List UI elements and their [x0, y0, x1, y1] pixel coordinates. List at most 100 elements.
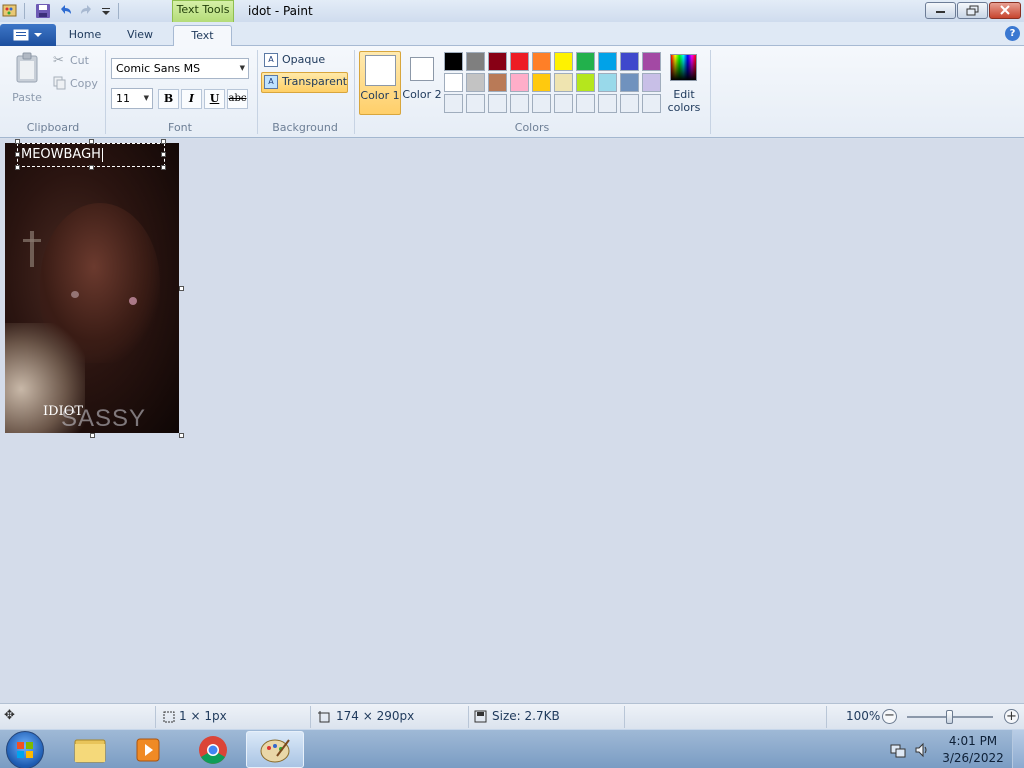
help-icon[interactable]: ? — [1005, 26, 1020, 41]
customize-qat-icon[interactable] — [98, 3, 114, 19]
cut-button[interactable]: ✂ Cut — [52, 53, 100, 69]
palette-swatch[interactable] — [510, 94, 529, 113]
zoom-slider[interactable] — [907, 710, 993, 724]
folder-icon — [74, 739, 106, 763]
font-family-select[interactable]: Comic Sans MS ▼ — [111, 58, 249, 79]
color1-swatch — [365, 55, 396, 86]
redo-icon[interactable] — [79, 3, 95, 19]
tab-text[interactable]: Text — [173, 25, 232, 47]
textbox-resize-handle[interactable] — [15, 152, 20, 157]
color2-button[interactable]: Color 2 — [402, 51, 444, 115]
palette-swatch[interactable] — [466, 52, 485, 71]
clock-date[interactable]: 3/26/2022 — [940, 751, 1006, 765]
close-button[interactable] — [989, 2, 1021, 19]
rainbow-icon — [670, 54, 697, 81]
palette-swatch[interactable] — [554, 52, 573, 71]
palette-swatch[interactable] — [620, 73, 639, 92]
palette-swatch[interactable] — [532, 94, 551, 113]
palette-swatch[interactable] — [620, 94, 639, 113]
zoom-slider-thumb[interactable] — [946, 710, 953, 724]
paste-button[interactable]: Paste — [8, 51, 46, 105]
paint-app-icon[interactable] — [2, 3, 18, 19]
palette-swatch[interactable] — [620, 52, 639, 71]
palette-swatch[interactable] — [510, 52, 529, 71]
text-input-box[interactable]: MEOWBAGH — [17, 143, 165, 167]
palette-swatch[interactable] — [576, 73, 595, 92]
italic-button[interactable]: I — [181, 89, 202, 109]
textbox-resize-handle[interactable] — [89, 165, 94, 170]
taskbar-paint-button[interactable] — [246, 731, 304, 768]
textbox-resize-handle[interactable] — [15, 139, 20, 144]
opaque-icon: A — [264, 53, 278, 67]
palette-swatch[interactable] — [598, 94, 617, 113]
start-button[interactable] — [6, 731, 44, 768]
restore-button[interactable] — [957, 2, 988, 19]
palette-swatch[interactable] — [532, 73, 551, 92]
underline-button[interactable]: U — [204, 89, 225, 109]
palette-swatch[interactable] — [466, 94, 485, 113]
taskbar-chrome-button[interactable] — [185, 731, 241, 768]
palette-swatch[interactable] — [642, 52, 661, 71]
palette-swatch[interactable] — [488, 94, 507, 113]
palette-swatch[interactable] — [554, 73, 573, 92]
textbox-resize-handle[interactable] — [161, 165, 166, 170]
clock-time[interactable]: 4:01 PM — [940, 734, 1006, 748]
bold-button[interactable]: B — [158, 89, 179, 109]
canvas-area[interactable]: SASSY IDIOT MEOWBAGH — [0, 139, 1024, 703]
undo-icon[interactable] — [57, 3, 73, 19]
taskbar-media-player-button[interactable] — [122, 731, 178, 768]
strikethrough-button[interactable]: abc — [227, 89, 248, 109]
color1-button[interactable]: Color 1 — [359, 51, 401, 115]
background-group-label: Background — [272, 121, 338, 134]
color1-label: Color 1 — [360, 89, 400, 102]
textbox-resize-handle[interactable] — [161, 152, 166, 157]
palette-swatch[interactable] — [598, 73, 617, 92]
palette-swatch[interactable] — [510, 73, 529, 92]
clipboard-group-label: Clipboard — [26, 121, 80, 134]
zoom-out-button[interactable]: − — [882, 709, 897, 724]
taskbar-explorer-button[interactable] — [62, 731, 118, 768]
image-text-idiot: IDIOT — [43, 404, 84, 419]
palette-swatch[interactable] — [532, 52, 551, 71]
canvas-resize-handle-bottom[interactable] — [90, 433, 95, 438]
transparent-button[interactable]: A Transparent — [261, 72, 348, 93]
palette-swatch[interactable] — [642, 94, 661, 113]
tab-home[interactable]: Home — [60, 25, 110, 47]
save-icon[interactable] — [35, 3, 51, 19]
palette-swatch[interactable] — [444, 52, 463, 71]
image-canvas[interactable]: SASSY IDIOT MEOWBAGH — [5, 143, 179, 433]
textbox-resize-handle[interactable] — [161, 139, 166, 144]
edit-colors-button[interactable]: Edit colors — [664, 51, 704, 115]
palette-swatch[interactable] — [576, 94, 595, 113]
zoom-in-button[interactable]: + — [1004, 709, 1019, 724]
palette-swatch[interactable] — [642, 73, 661, 92]
palette-swatch[interactable] — [598, 52, 617, 71]
chevron-down-icon: ▼ — [143, 94, 149, 102]
selection-size-text: 1 × 1px — [179, 709, 227, 723]
copy-button[interactable]: Copy — [52, 75, 100, 91]
textbox-resize-handle[interactable] — [15, 165, 20, 170]
palette-swatch[interactable] — [488, 52, 507, 71]
status-bar: ✥ 1 × 1px 174 × 290px Size: 2.7KB 100% −… — [0, 703, 1024, 729]
windows-logo-icon — [17, 742, 33, 758]
ribbon: Paste ✂ Cut Copy Clipboard Comic Sans MS… — [0, 46, 1024, 138]
network-icon[interactable] — [890, 742, 906, 758]
font-family-value: Comic Sans MS — [116, 62, 201, 75]
minimize-button[interactable] — [925, 2, 956, 19]
canvas-resize-handle-corner[interactable] — [179, 433, 184, 438]
speaker-icon[interactable] — [914, 742, 930, 758]
font-size-select[interactable]: 11 ▼ — [111, 88, 153, 109]
textbox-resize-handle[interactable] — [89, 139, 94, 144]
palette-swatch[interactable] — [466, 73, 485, 92]
palette-swatch[interactable] — [444, 94, 463, 113]
palette-swatch[interactable] — [576, 52, 595, 71]
colors-group-label: Colors — [514, 121, 550, 134]
palette-swatch[interactable] — [488, 73, 507, 92]
palette-swatch[interactable] — [554, 94, 573, 113]
paint-menu-button[interactable] — [0, 24, 56, 46]
opaque-button[interactable]: A Opaque — [262, 51, 348, 71]
palette-swatch[interactable] — [444, 73, 463, 92]
canvas-resize-handle-right[interactable] — [179, 286, 184, 291]
show-desktop-button[interactable] — [1012, 730, 1024, 768]
tab-view[interactable]: View — [114, 25, 166, 47]
